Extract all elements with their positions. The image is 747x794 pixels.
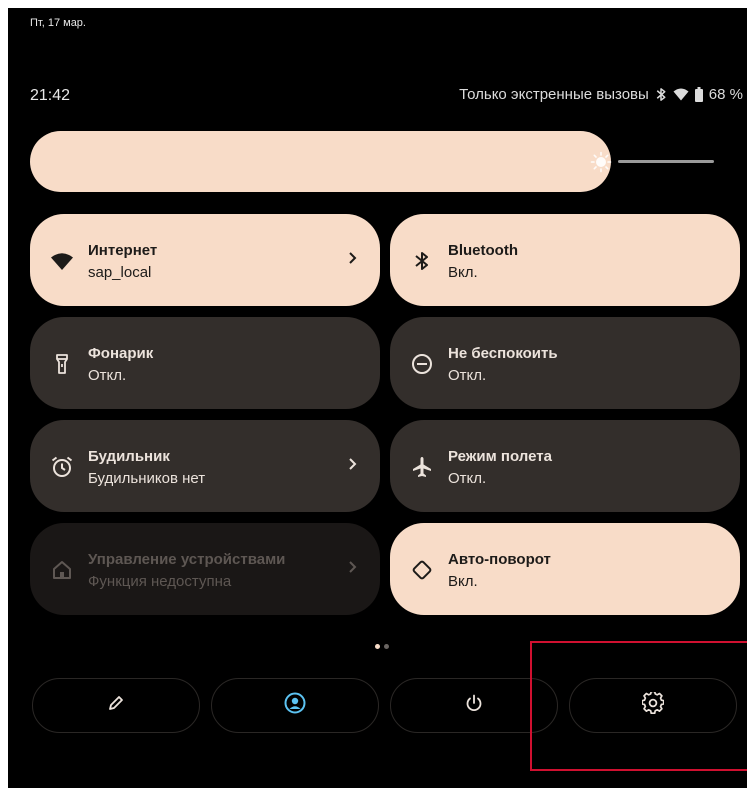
page-dot-active: [375, 644, 380, 649]
tile-auto-rotate[interactable]: Авто-поворот Вкл.: [390, 523, 740, 615]
tile-device-controls[interactable]: Управление устройствами Функция недоступ…: [30, 523, 380, 615]
wifi-icon: [673, 88, 689, 101]
battery-percent: 68 %: [708, 86, 743, 103]
chevron-right-icon[interactable]: [348, 559, 358, 580]
bluetooth-icon: [410, 249, 434, 273]
tile-internet-title: Интернет: [88, 242, 158, 259]
tile-do-not-disturb[interactable]: Не беспокоить Откл.: [390, 317, 740, 409]
airplane-icon: [410, 455, 434, 479]
brightness-track[interactable]: [618, 160, 714, 163]
do-not-disturb-icon: [410, 352, 434, 376]
tile-bluetooth-subtitle: Вкл.: [448, 264, 478, 281]
status-time: 21:42: [30, 87, 71, 104]
flashlight-icon: [50, 352, 74, 376]
tile-alarm-title: Будильник: [88, 448, 170, 465]
tile-flashlight-title: Фонарик: [88, 345, 154, 362]
wifi-icon: [50, 249, 74, 273]
power-icon: [464, 693, 484, 718]
tile-airplane-mode-subtitle: Откл.: [448, 470, 487, 487]
tile-flashlight[interactable]: Фонарик Откл.: [30, 317, 380, 409]
tile-airplane-mode-title: Режим полета: [448, 448, 552, 465]
tile-flashlight-subtitle: Откл.: [88, 367, 127, 384]
brightness-slider[interactable]: [30, 131, 611, 192]
tile-internet-subtitle: sap_local: [88, 264, 152, 281]
battery-icon: [694, 87, 703, 102]
status-icons-area: Только экстренные вызовы 68 %: [459, 86, 743, 103]
home-icon: [50, 558, 74, 582]
tile-do-not-disturb-subtitle: Откл.: [448, 367, 487, 384]
chevron-right-icon[interactable]: [348, 250, 358, 271]
tile-airplane-mode[interactable]: Режим полета Откл.: [390, 420, 740, 512]
tile-auto-rotate-title: Авто-поворот: [448, 551, 551, 568]
bluetooth-icon: [655, 87, 667, 102]
tile-do-not-disturb-title: Не беспокоить: [448, 345, 558, 362]
tile-internet[interactable]: Интернет sap_local: [30, 214, 380, 306]
network-status-text: Только экстренные вызовы: [459, 86, 649, 103]
tile-bluetooth-title: Bluetooth: [448, 242, 518, 259]
page-dot: [384, 644, 389, 649]
tile-device-controls-subtitle: Функция недоступна: [88, 573, 232, 590]
chevron-right-icon[interactable]: [348, 456, 358, 477]
tile-alarm-subtitle: Будильников нет: [88, 470, 206, 487]
highlight-box: [530, 641, 747, 771]
sun-icon: [590, 151, 612, 178]
tile-device-controls-title: Управление устройствами: [88, 551, 286, 568]
user-icon: [284, 692, 306, 719]
edit-button[interactable]: [32, 678, 200, 733]
tile-bluetooth[interactable]: Bluetooth Вкл.: [390, 214, 740, 306]
user-button[interactable]: [211, 678, 379, 733]
tile-auto-rotate-subtitle: Вкл.: [448, 573, 478, 590]
status-date: Пт, 17 мар.: [30, 17, 86, 29]
rotate-icon: [410, 558, 434, 582]
alarm-icon: [50, 455, 74, 479]
page-indicator: [375, 644, 389, 649]
tile-alarm[interactable]: Будильник Будильников нет: [30, 420, 380, 512]
edit-icon: [106, 693, 126, 718]
